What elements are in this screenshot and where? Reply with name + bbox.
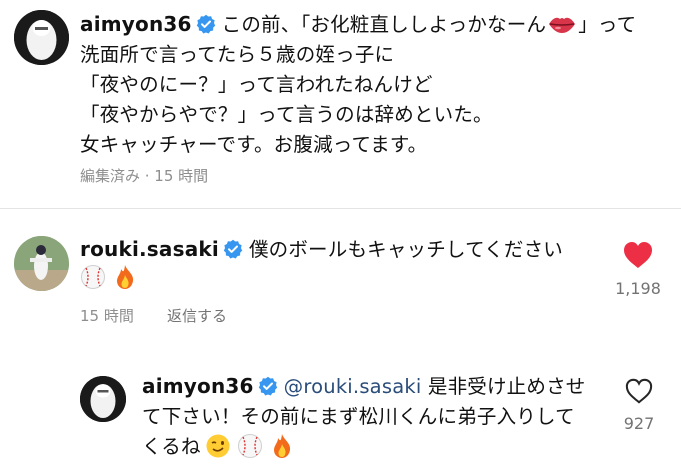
comment-like-button[interactable] — [622, 240, 654, 270]
reply-body: aimyon36 @rouki.sasaki 是非受け止めさせ て下さい！その前に… — [142, 371, 585, 462]
reply-line-3-text: くるね — [142, 435, 201, 458]
post-username[interactable]: aimyon36 — [80, 12, 192, 36]
lips-emoji — [548, 11, 576, 37]
caption-line-3: 「夜やのにー？」って言われたねんけど — [80, 73, 433, 96]
verified-badge-icon — [223, 238, 243, 259]
heart-filled-icon — [624, 242, 652, 268]
verified-badge-icon — [196, 13, 216, 34]
caption-line-4: 「夜やからやで？」って言うのは辞めといた。 — [80, 103, 493, 126]
heart-outline-icon — [625, 378, 653, 404]
baseball-emoji — [80, 264, 106, 290]
comment-line-1: rouki.sasaki 僕のボールもキャッチしてください — [80, 234, 563, 265]
comment-reply-button[interactable]: 返信する — [167, 305, 227, 326]
divider — [0, 208, 681, 209]
baseball-emoji — [237, 433, 263, 459]
reply-line-1-text: 是非受け止めさせ — [421, 375, 586, 398]
avatar-aimyon36-reply[interactable] — [80, 376, 126, 422]
fire-emoji — [112, 264, 138, 290]
post-caption: aimyon36 この前、「お化粧直ししよっかなーん 」って 洗面所で言ってたら５歳… — [80, 9, 636, 160]
reply-like-button[interactable] — [624, 377, 654, 405]
comment-username[interactable]: rouki.sasaki — [80, 237, 219, 261]
comment-like-count: 1,198 — [615, 279, 661, 298]
comment-text: 僕のボールもキャッチしてください — [248, 238, 563, 261]
caption-line-1-text: この前、「お化粧直ししよっかなーん — [221, 13, 547, 36]
reply-line-3: くるね — [142, 432, 585, 462]
reply-like-count: 927 — [623, 414, 655, 433]
avatar-aimyon36[interactable] — [14, 10, 69, 65]
caption-line-1: aimyon36 この前、「お化粧直ししよっかなーん 」って — [80, 9, 636, 40]
reply-line-2: て下さい！その前にまず松川くんに弟子入りして — [142, 405, 575, 428]
comment-emoji-row — [80, 264, 144, 292]
caption-line-2: 洗面所で言ってたら５歳の姪っ子に — [80, 43, 395, 66]
verified-badge-icon — [258, 375, 278, 396]
comment-time: 15 時間 — [80, 307, 134, 325]
mention-link[interactable]: @rouki.sasaki — [284, 375, 422, 398]
caption-line-5: 女キャッチャーです。お腹減ってます。 — [80, 133, 428, 156]
caption-line-1-end: 」って — [578, 13, 637, 36]
fire-emoji — [269, 433, 295, 459]
avatar-rouki-sasaki[interactable] — [14, 236, 69, 291]
reply-username[interactable]: aimyon36 — [142, 374, 254, 398]
post-meta: 編集済み · 15 時間 — [80, 167, 209, 185]
winking-face-emoji — [205, 433, 231, 459]
reply-line-1: aimyon36 @rouki.sasaki 是非受け止めさせ — [142, 371, 585, 402]
